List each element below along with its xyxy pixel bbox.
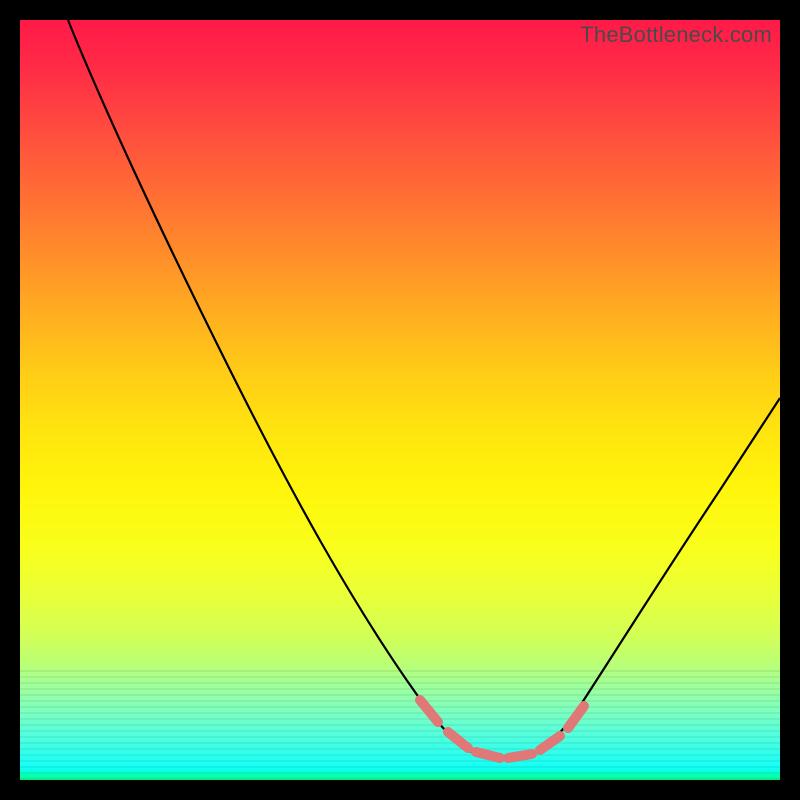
plot-gradient-background	[20, 20, 780, 780]
chart-frame: TheBottleneck.com	[20, 20, 780, 780]
